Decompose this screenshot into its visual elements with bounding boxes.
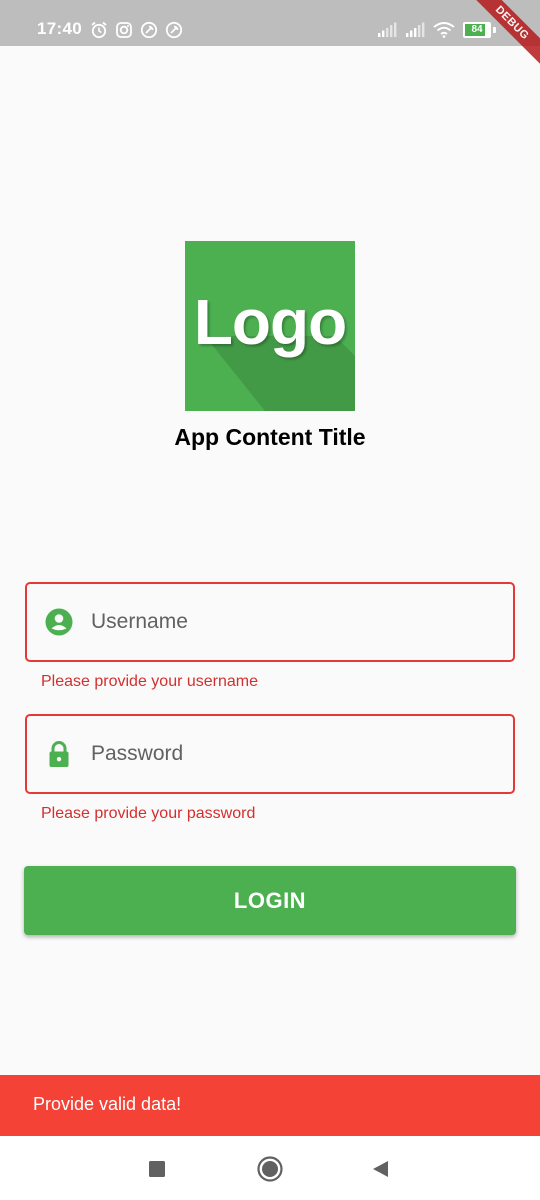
lock-icon [49, 741, 69, 767]
battery-level: 84 [471, 24, 483, 35]
signal-icon [378, 22, 397, 37]
username-error: Please provide your username [41, 673, 259, 690]
username-input[interactable] [91, 584, 491, 660]
wifi-icon [433, 22, 455, 38]
login-screen: 17:40 84 DEBUG Logo App Content Title Us… [0, 0, 540, 1200]
login-button[interactable]: LOGIN [24, 866, 516, 935]
alarm-icon [91, 21, 107, 39]
app-logo: Logo [185, 241, 355, 411]
app-title: App Content Title [174, 424, 366, 450]
battery-tip [493, 27, 496, 33]
password-field[interactable] [25, 714, 515, 794]
password-error: Please provide your password [41, 805, 256, 822]
status-bar: 17:40 84 [0, 0, 540, 46]
navigation-bar [0, 1136, 540, 1200]
back-icon[interactable] [366, 1154, 396, 1184]
instagram-icon [116, 22, 132, 38]
battery-icon: 84 [463, 22, 491, 38]
notification-icons [90, 21, 183, 39]
recents-icon[interactable] [142, 1154, 172, 1184]
snackbar: Provide valid data! [0, 1075, 540, 1136]
app-notification-icon [140, 21, 158, 39]
logo-text: Logo [193, 286, 347, 358]
password-input[interactable] [91, 716, 491, 792]
snackbar-message: Provide valid data! [33, 1094, 182, 1114]
username-field[interactable] [25, 582, 515, 662]
system-icons: 84 [377, 21, 496, 39]
signal-icon [406, 22, 425, 37]
home-icon[interactable] [255, 1154, 285, 1184]
app-notification-icon [165, 21, 183, 39]
status-time: 17:40 [37, 19, 82, 38]
account-circle-icon [45, 608, 73, 636]
